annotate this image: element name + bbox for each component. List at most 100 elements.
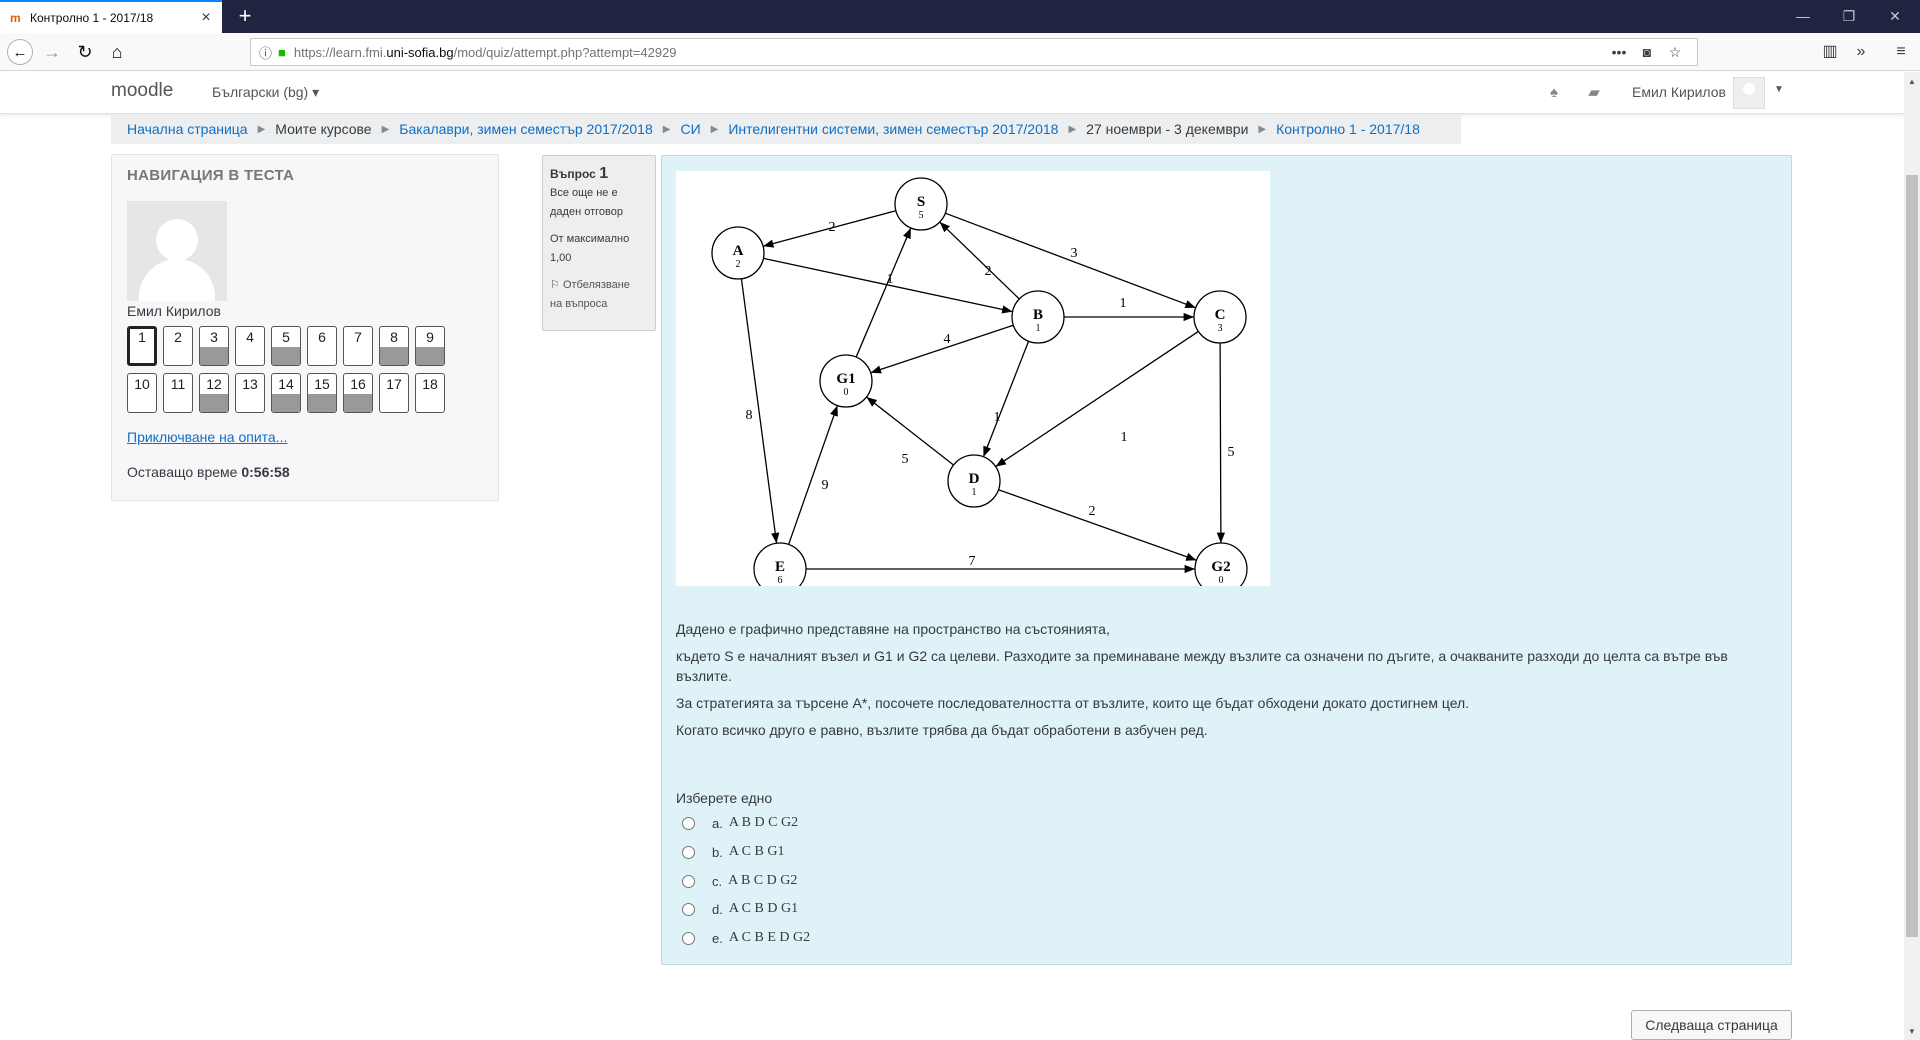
- question-nav-button-17[interactable]: 17: [379, 373, 409, 413]
- breadcrumb-subcategory[interactable]: СИ: [680, 121, 700, 137]
- question-nav-button-11[interactable]: 11: [163, 373, 193, 413]
- site-brand[interactable]: moodle: [111, 80, 173, 102]
- overflow-chevron-icon[interactable]: »: [1848, 39, 1874, 65]
- question-nav-button-18[interactable]: 18: [415, 373, 445, 413]
- breadcrumb: Начална страница ▶ Моите курсове ▶ Бакал…: [111, 114, 1461, 144]
- scroll-down-icon[interactable]: ▼: [1904, 1024, 1920, 1040]
- question-paragraph: Когато всичко друго е равно, възлите тря…: [676, 722, 1208, 738]
- notifications-bell-icon[interactable]: ♠: [1544, 83, 1564, 103]
- bookmark-star-icon[interactable]: ☆: [1661, 44, 1689, 61]
- breadcrumb-my-courses: Моите курсове: [275, 121, 372, 137]
- answer-radio[interactable]: [682, 931, 695, 945]
- scroll-up-icon[interactable]: ▲: [1904, 74, 1920, 90]
- user-picture: [127, 201, 227, 301]
- url-text[interactable]: https://learn.fmi.uni-sofia.bg/mod/quiz/…: [294, 45, 1605, 60]
- messages-icon[interactable]: ▰: [1584, 83, 1604, 103]
- minimize-window-icon[interactable]: —: [1780, 0, 1826, 33]
- reload-button[interactable]: ↻: [72, 39, 98, 65]
- question-nav-button-10[interactable]: 10: [127, 373, 157, 413]
- question-paragraph: където S е началният възел и G1 и G2 са …: [676, 648, 1728, 684]
- close-window-icon[interactable]: ✕: [1872, 0, 1918, 33]
- question-nav-button-2[interactable]: 2: [163, 326, 193, 366]
- forward-button[interactable]: →: [39, 39, 65, 65]
- user-avatar[interactable]: [1733, 77, 1765, 109]
- graph-edge-weight: 2: [829, 220, 836, 235]
- scrollbar-thumb[interactable]: [1906, 175, 1918, 937]
- graph-edge-weight: 1: [1121, 430, 1128, 445]
- graph-edge-weight: 5: [902, 452, 909, 467]
- question-number: Въпрос 1: [550, 165, 609, 182]
- question-nav-button-6[interactable]: 6: [307, 326, 337, 366]
- graph-edge-weight: 1: [1120, 296, 1127, 311]
- breadcrumb-quiz[interactable]: Контролно 1 - 2017/18: [1276, 121, 1420, 137]
- answer-option-e[interactable]: e. A C B E D G2: [682, 930, 810, 946]
- close-tab-icon[interactable]: ×: [198, 9, 214, 27]
- quiz-navigation-title: НАВИГАЦИЯ В ТЕСТА: [127, 167, 295, 184]
- question-nav-button-15[interactable]: 15: [307, 373, 337, 413]
- breadcrumb-category[interactable]: Бакалаври, зимен семестър 2017/2018: [399, 121, 652, 137]
- question-nav-button-16[interactable]: 16: [343, 373, 373, 413]
- graph-edge-D-G2: [998, 489, 1197, 561]
- home-button[interactable]: ⌂: [104, 39, 130, 65]
- answer-option-d[interactable]: d. A C B D G1: [682, 901, 798, 917]
- graph-node-heuristic: 1: [972, 487, 977, 498]
- new-tab-button[interactable]: +: [232, 3, 258, 29]
- question-info: Въпрос 1 Все още не е даден отговор От ма…: [542, 155, 656, 331]
- graph-edge-weight: 7: [969, 554, 976, 569]
- answer-option-a[interactable]: a. A B D C G2: [682, 815, 798, 831]
- sidebar-toggle-icon[interactable]: ▥: [1817, 39, 1843, 65]
- answer-radio[interactable]: [682, 902, 695, 916]
- user-menu-caret-icon[interactable]: ▼: [1774, 84, 1784, 95]
- question-nav-button-7[interactable]: 7: [343, 326, 373, 366]
- question-nav-button-8[interactable]: 8: [379, 326, 409, 366]
- answer-radio[interactable]: [682, 816, 695, 830]
- language-menu[interactable]: Български (bg) ▾: [212, 84, 319, 101]
- breadcrumb-separator-icon: ▶: [710, 123, 719, 135]
- breadcrumb-course[interactable]: Интелигентни системи, зимен семестър 201…: [728, 121, 1058, 137]
- breadcrumb-home[interactable]: Начална страница: [127, 121, 248, 137]
- url-bar[interactable]: ⓘ ■ https://learn.fmi.uni-sofia.bg/mod/q…: [250, 38, 1698, 66]
- time-left: Оставащо време 0:56:58: [127, 464, 290, 480]
- tab-title: Контролно 1 - 2017/18: [30, 10, 154, 25]
- graph-edge-weight: 8: [746, 408, 753, 423]
- breadcrumb-separator-icon: ▶: [662, 123, 671, 135]
- lock-icon: ■: [278, 44, 286, 60]
- question-paragraph: За стратегията за търсене А*, посочете п…: [676, 695, 1470, 711]
- graph-node-heuristic: 5: [919, 210, 924, 221]
- user-menu-name[interactable]: Емил Кирилов: [1632, 84, 1726, 100]
- time-left-value: 0:56:58: [241, 464, 290, 480]
- question-nav-button-3[interactable]: 3: [199, 326, 229, 366]
- question-nav-button-5[interactable]: 5: [271, 326, 301, 366]
- finish-attempt-link[interactable]: Приключване на опита...: [127, 429, 287, 445]
- answer-option-b[interactable]: b. A C B G1: [682, 844, 784, 860]
- site-header: moodle Български (bg) ▾ ♠ ▰ Емил Кирилов…: [0, 72, 1904, 114]
- browser-tab[interactable]: m Контролно 1 - 2017/18 ×: [0, 0, 222, 33]
- page-actions-icon[interactable]: •••: [1605, 44, 1633, 60]
- flag-question-toggle[interactable]: ⚐ Отбелязване на въпроса: [550, 276, 648, 314]
- graph-node-label: E: [775, 559, 785, 575]
- graph-node-heuristic: 2: [736, 259, 741, 270]
- question-nav-button-9[interactable]: 9: [415, 326, 445, 366]
- back-button[interactable]: ←: [7, 39, 33, 65]
- restore-window-icon[interactable]: ❐: [1826, 0, 1872, 33]
- question-nav-button-13[interactable]: 13: [235, 373, 265, 413]
- graph-node-E: E6: [753, 542, 807, 596]
- graph-edge-C-D: [995, 330, 1199, 468]
- answer-option-c[interactable]: c. A B C D G2: [682, 873, 797, 889]
- question-nav-button-4[interactable]: 4: [235, 326, 265, 366]
- pocket-icon[interactable]: ◙: [1633, 44, 1661, 60]
- graph-edge-weight: 3: [1071, 246, 1078, 261]
- flag-icon: ⚐: [550, 279, 560, 291]
- menu-icon[interactable]: ≡: [1888, 39, 1914, 65]
- question-state: Все още не е даден отговор: [550, 187, 623, 218]
- question-nav-button-12[interactable]: 12: [199, 373, 229, 413]
- next-page-button[interactable]: Следваща страница: [1631, 1010, 1792, 1040]
- answer-radio[interactable]: [682, 874, 695, 888]
- graph-edge-G1-S: [855, 227, 912, 358]
- site-info-icon[interactable]: ⓘ: [259, 43, 272, 62]
- answer-radio[interactable]: [682, 845, 695, 859]
- graph-edge-B-G1: [870, 324, 1014, 374]
- question-nav-button-14[interactable]: 14: [271, 373, 301, 413]
- question-nav-button-1[interactable]: 1: [127, 326, 157, 366]
- graph-node-C: C3: [1193, 290, 1247, 344]
